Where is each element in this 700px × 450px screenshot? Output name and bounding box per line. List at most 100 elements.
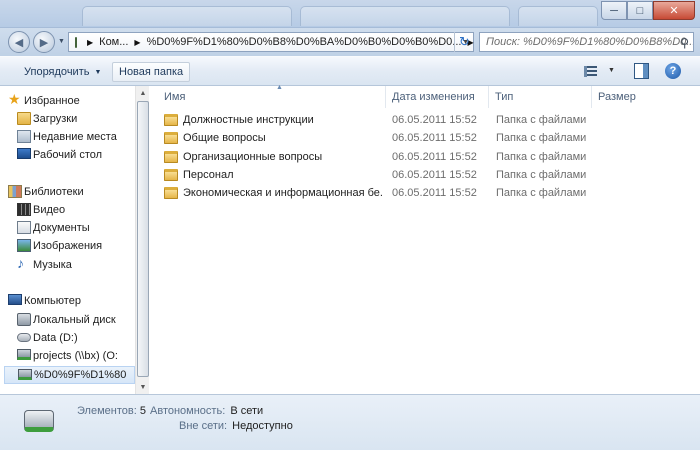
minimize-button[interactable]: ─: [601, 1, 627, 20]
sidebar-item-libraries[interactable]: Библиотеки: [4, 183, 135, 201]
sidebar-item-recent-places[interactable]: Недавние места: [4, 128, 135, 146]
file-type: Папка с файлами: [496, 151, 587, 163]
music-icon: ♪: [17, 255, 24, 271]
desktop-icon: [17, 148, 31, 159]
change-view-icon[interactable]: [584, 66, 597, 77]
offline-status: Вне сети: Недоступно: [179, 420, 293, 432]
column-header-type[interactable]: Тип: [489, 86, 592, 108]
column-header-size[interactable]: Размер: [592, 86, 682, 108]
sidebar-item-computer[interactable]: Компьютер: [4, 292, 135, 310]
file-name: Должностные инструкции: [183, 114, 314, 126]
file-name-cell: Экономическая и информационная бе...: [164, 184, 384, 202]
sidebar-item-data-drive[interactable]: Data (D:): [4, 329, 135, 347]
sidebar-item-pictures[interactable]: Изображения: [4, 237, 135, 255]
file-type: Папка с файлами: [496, 132, 587, 144]
file-name: Организационные вопросы: [183, 151, 323, 163]
offline-status-value: Недоступно: [232, 420, 293, 432]
documents-icon: [17, 221, 31, 234]
back-button[interactable]: ◀: [8, 31, 30, 53]
column-header-name[interactable]: ▲ Имя: [158, 84, 386, 108]
file-date: 06.05.2011 15:52: [392, 169, 477, 181]
network-location-icon: [75, 36, 77, 48]
item-count: Элементов: 5: [77, 405, 146, 417]
help-button[interactable]: ?: [665, 63, 681, 79]
command-bar: Упорядочить ▼ Новая папка ▼ ?: [0, 56, 700, 86]
folder-icon: [164, 187, 178, 199]
forward-arrow-icon: ▶: [39, 36, 49, 49]
network-drive-icon: [17, 349, 31, 360]
sidebar-item-desktop[interactable]: Рабочий стол: [4, 146, 135, 164]
view-options-dropdown[interactable]: ▼: [608, 67, 615, 74]
background-tab: [300, 6, 510, 26]
preview-pane-icon[interactable]: [634, 63, 649, 79]
downloads-folder-icon: [17, 112, 31, 125]
file-row[interactable]: Общие вопросы 06.05.2011 15:52 Папка с ф…: [164, 129, 594, 147]
sidebar-item-video[interactable]: Видео: [4, 201, 135, 219]
breadcrumb-separator[interactable]: ▶: [134, 38, 140, 47]
scroll-up-button[interactable]: ▲: [136, 86, 150, 100]
item-count-value: 5: [139, 405, 146, 417]
new-folder-button[interactable]: Новая папка: [112, 62, 191, 82]
title-bar: ─ □ ✕: [0, 0, 700, 28]
file-name-cell: Должностные инструкции: [164, 111, 384, 129]
column-header-date[interactable]: Дата изменения: [386, 86, 489, 108]
file-row[interactable]: Персонал 06.05.2011 15:52 Папка с файлам…: [164, 166, 594, 184]
file-row[interactable]: Организационные вопросы 06.05.2011 15:52…: [164, 148, 594, 166]
sidebar-item-current-network-drive[interactable]: %D0%9F%D1%80: [4, 366, 135, 384]
sidebar-item-music[interactable]: ♪ Музыка: [4, 256, 135, 274]
organize-button[interactable]: Упорядочить ▼: [18, 62, 107, 82]
file-type: Папка с файлами: [496, 169, 587, 181]
search-icon: ⚲: [680, 36, 689, 50]
sidebar-item-local-disk[interactable]: Локальный диск: [4, 311, 135, 329]
file-name-cell: Персонал: [164, 166, 384, 184]
navigation-pane: ★ Избранное Загрузки Недавние места Рабо…: [4, 86, 149, 394]
sidebar-item-label: Data (D:): [33, 332, 78, 344]
sidebar-item-label: Библиотеки: [24, 186, 84, 198]
navigation-bar: ◀ ▶ ▼ ▶ Ком... ▶ %D0%9F%D1%80%D0%B8%D0%B…: [0, 28, 700, 56]
sidebar-item-label: Музыка: [33, 259, 72, 271]
file-row[interactable]: Экономическая и информационная бе... 06.…: [164, 184, 594, 202]
sort-ascending-icon: ▲: [276, 84, 283, 91]
file-date: 06.05.2011 15:52: [392, 187, 477, 199]
sidebar-item-label: Компьютер: [24, 295, 81, 307]
computer-icon: [8, 294, 22, 305]
recent-pages-dropdown[interactable]: ▼: [58, 38, 65, 45]
file-date: 06.05.2011 15:52: [392, 151, 477, 163]
sidebar-item-downloads[interactable]: Загрузки: [4, 110, 135, 128]
offline-availability-label: Автономность:: [150, 405, 226, 417]
video-icon: [17, 203, 31, 216]
sidebar-item-label: Изображения: [33, 240, 103, 252]
search-input[interactable]: Поиск: %D0%9F%D1%80%D0%B8%D0... ⚲: [479, 32, 694, 52]
file-row[interactable]: Должностные инструкции 06.05.2011 15:52 …: [164, 111, 594, 129]
breadcrumb-computer[interactable]: Ком...: [99, 36, 128, 48]
address-bar[interactable]: ▶ Ком... ▶ %D0%9F%D1%80%D0%B8%D0%BA%D0%B…: [68, 32, 474, 52]
pictures-icon: [17, 239, 31, 252]
scroll-thumb[interactable]: [137, 101, 149, 377]
forward-button[interactable]: ▶: [33, 31, 55, 53]
sidebar-item-projects-drive[interactable]: projects (\\bx) (O:: [4, 347, 135, 365]
sidebar-item-favorites[interactable]: ★ Избранное: [4, 91, 135, 110]
navigation-scrollbar[interactable]: ▲ ▼: [135, 86, 149, 394]
file-name-cell: Общие вопросы: [164, 129, 384, 147]
breadcrumb-current-folder[interactable]: %D0%9F%D1%80%D0%B8%D0%BA%D0%B0%D0%B0%D0.…: [147, 36, 462, 48]
back-arrow-icon: ◀: [14, 36, 24, 49]
item-count-label: Элементов:: [77, 405, 137, 417]
file-date: 06.05.2011 15:52: [392, 132, 477, 144]
breadcrumb-separator[interactable]: ▶: [87, 38, 93, 47]
close-button[interactable]: ✕: [653, 1, 695, 20]
chevron-down-icon: ▼: [139, 383, 147, 391]
folder-icon: [164, 114, 178, 126]
sidebar-item-label: Загрузки: [33, 113, 78, 125]
maximize-button[interactable]: □: [627, 1, 653, 20]
scroll-down-button[interactable]: ▼: [136, 380, 150, 394]
navigation-tree: ★ Избранное Загрузки Недавние места Рабо…: [4, 86, 135, 394]
refresh-button[interactable]: ↻: [454, 32, 474, 52]
column-header-label: Размер: [598, 91, 636, 103]
folder-icon: [164, 169, 178, 181]
sidebar-item-documents[interactable]: Документы: [4, 219, 135, 237]
chevron-down-icon: ▼: [94, 68, 102, 76]
file-type: Папка с файлами: [496, 187, 587, 199]
sidebar-item-label: Документы: [33, 222, 90, 234]
close-icon: ✕: [669, 5, 679, 17]
file-name: Общие вопросы: [183, 132, 266, 144]
